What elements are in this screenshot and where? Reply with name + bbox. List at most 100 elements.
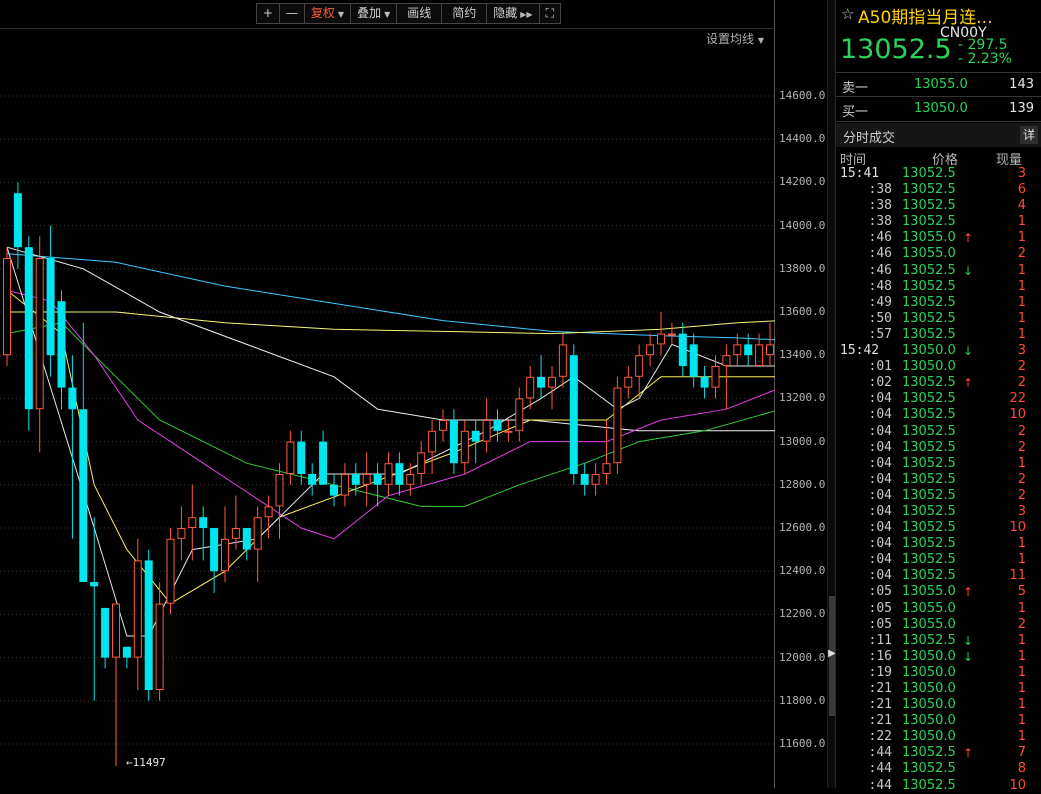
candle-body [591, 474, 600, 485]
price-axis-label: 14400.0 [779, 132, 826, 146]
trade-price: 13052.5 [902, 423, 956, 439]
trade-price: 13050.0 [902, 729, 956, 745]
simple-mode-button[interactable]: 简约 [441, 3, 488, 24]
trade-volume: 1 [1017, 648, 1026, 664]
zoom-in-label: + [262, 6, 273, 20]
trade-list[interactable]: 15:41 13052.5 3:38 13052.5 6:38 13052.5 4:38 13… [836, 166, 1041, 794]
candle-body [635, 355, 644, 377]
candle-body [308, 474, 317, 485]
trade-time: :57 [868, 326, 892, 342]
candle-body [188, 517, 197, 529]
price-axis-label: 14000.0 [779, 218, 826, 232]
last-price: 13052.5 [840, 34, 952, 65]
zoom-out-button[interactable]: — [278, 3, 305, 24]
candle-body [755, 344, 764, 366]
trade-time: :44 [868, 761, 892, 777]
trade-row: :21 13050.0 1 [836, 713, 1041, 729]
star-icon[interactable]: ☆ [841, 5, 854, 23]
trade-volume: 1 [1017, 455, 1026, 471]
candle-body [646, 344, 655, 356]
trade-volume: 1 [1017, 326, 1026, 342]
candle-body [395, 463, 404, 485]
hide-button[interactable]: 隐藏 ▶▶ [486, 3, 540, 24]
trade-volume: 3 [1017, 166, 1026, 181]
overlay-button[interactable]: 叠加 ▼ [350, 3, 398, 24]
trade-row: :38 13052.5 4 [836, 198, 1041, 214]
trade-row: 15:42 13050.0 ↓ 3 [836, 343, 1041, 359]
trade-price: 13052.5 [902, 455, 956, 471]
trade-row: :11 13052.5 ↓ 1 [836, 633, 1041, 649]
trade-row: :38 13052.5 6 [836, 182, 1041, 198]
candle-body [667, 333, 676, 336]
trade-row: :21 13050.0 1 [836, 697, 1041, 713]
fuquan-button[interactable]: 复权 ▼ [303, 3, 352, 24]
trades-title: 分时成交 [843, 131, 896, 146]
fullscreen-button[interactable]: ⛶ [538, 3, 561, 24]
candle-body [46, 258, 55, 356]
trade-price: 13052.5 [902, 439, 956, 455]
bid-volume: 139 [1009, 101, 1034, 116]
price-axis-label: 13400.0 [779, 348, 826, 362]
trade-time: :04 [868, 439, 892, 455]
ma20-line [6, 289, 775, 540]
candle-body [460, 430, 469, 464]
trade-time: :19 [868, 664, 892, 680]
candle-body [744, 344, 753, 356]
trade-time: :44 [868, 777, 892, 793]
chart-toolbar: + — 复权 ▼ 叠加 ▼ 画线 简约 隐藏 ▶▶ ⛶ [255, 3, 561, 24]
trade-price: 13055.0 [902, 584, 956, 600]
kline-chart-area[interactable]: + — 复权 ▼ 叠加 ▼ 画线 简约 隐藏 ▶▶ ⛶ 设置均线 ▼ ←11497 [0, 0, 775, 788]
draw-line-button[interactable]: 画线 [396, 3, 443, 24]
trade-price: 13052.5 [902, 536, 956, 552]
trade-time: :04 [868, 455, 892, 471]
trade-price: 13052.5 [902, 278, 956, 294]
trade-price: 13055.0 [902, 616, 956, 632]
price-axis-label: 13600.0 [779, 305, 826, 318]
candle-body [449, 420, 458, 464]
trade-time: :46 [868, 230, 892, 246]
detail-button[interactable]: 详 [1020, 126, 1038, 144]
candle-body [210, 528, 219, 572]
candle-body [297, 441, 306, 474]
candle-body [57, 301, 66, 388]
hide-label: 隐藏 [493, 6, 518, 20]
price-axis-label: 14600.0 [779, 89, 826, 102]
trade-price: 13050.0 [902, 343, 956, 359]
price-change-percent: - 2.23% [958, 51, 1012, 67]
trade-time: 15:42 [840, 343, 880, 359]
trade-time: :01 [868, 359, 892, 375]
trade-row: :04 13052.5 1 [836, 536, 1041, 552]
arrow-up-icon: ↑ [963, 746, 974, 761]
kline-chart[interactable] [0, 0, 775, 788]
draw-line-label: 画线 [407, 6, 432, 20]
arrow-up-icon: ↑ [963, 585, 974, 600]
ma-settings-button[interactable]: 设置均线 ▼ [706, 30, 764, 47]
divider [836, 121, 1041, 122]
trade-volume: 2 [1017, 487, 1026, 503]
trade-price: 13052.5 [902, 166, 956, 181]
zoom-in-button[interactable]: + [255, 3, 280, 24]
candle-body [264, 506, 273, 518]
candle-body [275, 474, 284, 507]
trade-price: 13052.5 [902, 182, 956, 198]
trade-volume: 11 [1009, 568, 1026, 584]
candle-body [657, 333, 665, 345]
double-arrow-right-icon: ▶▶ [520, 10, 533, 19]
trade-time: :05 [868, 616, 892, 632]
candle-body [569, 355, 578, 474]
chevron-down-icon: ▼ [384, 10, 391, 19]
arrow-down-icon: ↓ [963, 649, 974, 664]
trade-volume: 22 [1009, 391, 1026, 407]
trade-volume: 1 [1017, 214, 1026, 230]
price-axis-label: 12800.0 [779, 477, 826, 491]
divider [836, 72, 1041, 73]
trade-row: :44 13052.5 8 [836, 761, 1041, 777]
trade-time: :38 [868, 198, 892, 214]
candle-body [35, 258, 44, 410]
trade-row: :04 13052.5 10 [836, 520, 1041, 536]
trade-volume: 1 [1017, 681, 1026, 696]
trade-volume: 1 [1017, 632, 1026, 648]
candle-body [733, 344, 742, 356]
trade-row: :04 13052.5 2 [836, 440, 1041, 456]
trade-price: 13052.5 [902, 487, 956, 503]
